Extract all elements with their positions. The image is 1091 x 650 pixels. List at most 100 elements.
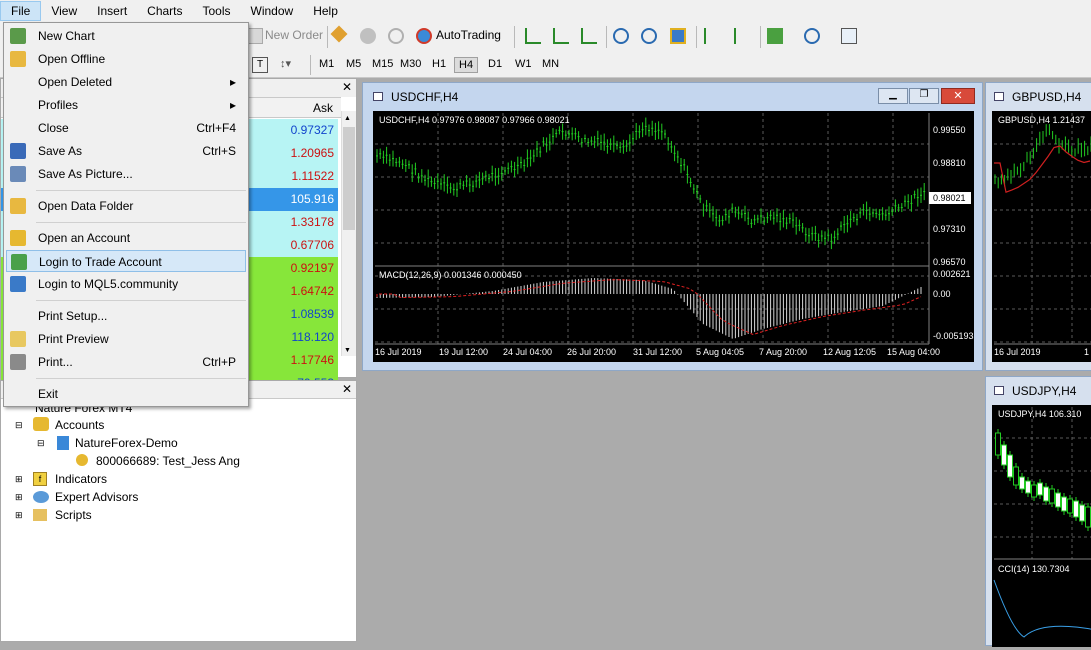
- file-menu-item-save-as[interactable]: Save As Ctrl+S: [6, 140, 246, 162]
- scroll-up-icon[interactable]: ▲: [344, 115, 351, 122]
- gbpusd-chart[interactable]: GBPUSD,H4 1.21437 16 Jul 2019 1: [992, 111, 1091, 362]
- timeframe-m30[interactable]: M30: [396, 57, 425, 71]
- zoom-out-icon[interactable]: [641, 28, 657, 44]
- file-menu-item-open-an-account[interactable]: Open an Account: [6, 227, 246, 249]
- restore-button[interactable]: ❐: [909, 88, 939, 104]
- file-menu-item-exit[interactable]: Exit: [6, 383, 246, 405]
- mql5-icon: [10, 276, 26, 292]
- picture-icon: [10, 166, 26, 182]
- time-label: 15 Aug 04:00: [887, 347, 940, 357]
- time-label: 12 Aug 12:05: [823, 347, 876, 357]
- menu-insert[interactable]: Insert: [87, 1, 137, 21]
- menu-help[interactable]: Help: [303, 1, 348, 21]
- autotrading-icon[interactable]: [416, 28, 432, 44]
- file-menu-item-save-as-picture[interactable]: Save As Picture...: [6, 163, 246, 185]
- templates-icon[interactable]: [841, 28, 857, 44]
- candlestick-icon[interactable]: [553, 28, 569, 44]
- menu-item-shortcut: Ctrl+F4: [196, 121, 236, 135]
- timeframe-m5[interactable]: M5: [342, 57, 365, 71]
- menu-view[interactable]: View: [41, 1, 87, 21]
- navigator-scripts[interactable]: Scripts: [55, 506, 92, 524]
- menu-item-label: Login to Trade Account: [39, 255, 162, 269]
- close-button[interactable]: ✕: [941, 88, 975, 104]
- chart-window-title: USDCHF,H4: [391, 90, 459, 104]
- navigator-server[interactable]: NatureForex-Demo: [75, 434, 178, 452]
- file-menu-item-print[interactable]: Print... Ctrl+P: [6, 351, 246, 373]
- file-menu-item-login-to-mql5-community[interactable]: Login to MQL5.community: [6, 273, 246, 295]
- usdchf-chart[interactable]: USDCHF,H4 0.97976 0.98087 0.97966 0.9802…: [373, 111, 974, 362]
- file-menu-item-close[interactable]: Close Ctrl+F4: [6, 117, 246, 139]
- auto-scroll-icon[interactable]: [734, 28, 750, 44]
- new-order-button[interactable]: New Order: [265, 28, 323, 42]
- usdjpy-chart[interactable]: USDJPY,H4 106.310 CCI(14) 130.7304: [992, 405, 1091, 647]
- chart-window-usdchf[interactable]: USDCHF,H4 ▁ ❐ ✕ USDCHF,H4 0.97976 0.9808…: [362, 82, 983, 371]
- timeframe-m1[interactable]: M1: [315, 57, 338, 71]
- moving-average-line: [994, 145, 1091, 194]
- chart-canvas-usdchf[interactable]: USDCHF,H4 0.97976 0.98087 0.97966 0.9802…: [373, 111, 974, 362]
- close-icon[interactable]: ✕: [342, 80, 352, 94]
- menu-item-label: New Chart: [38, 29, 95, 43]
- text-tool-icon[interactable]: T: [252, 57, 268, 73]
- menu-charts[interactable]: Charts: [137, 1, 192, 21]
- timeframe-d1[interactable]: D1: [484, 57, 506, 71]
- ask-column-header[interactable]: Ask: [313, 101, 333, 115]
- file-menu-item-new-chart[interactable]: New Chart: [6, 25, 246, 47]
- chart-window-icon: [994, 92, 1004, 101]
- expert-advisors-icon: [33, 491, 49, 503]
- file-menu-item-print-setup[interactable]: Print Setup...: [6, 305, 246, 327]
- expand-icon[interactable]: ⊞: [15, 470, 23, 488]
- cci-line: [993, 579, 1091, 638]
- navigator-indicators[interactable]: Indicators: [55, 470, 107, 488]
- menu-window[interactable]: Window: [241, 1, 304, 21]
- zoom-in-icon[interactable]: [613, 28, 629, 44]
- menu-item-label: Login to MQL5.community: [38, 277, 179, 291]
- file-menu-item-login-to-trade-account[interactable]: Login to Trade Account: [6, 250, 246, 272]
- scrollbar-thumb[interactable]: [343, 127, 355, 230]
- file-menu-item-open-offline[interactable]: Open Offline: [6, 48, 246, 70]
- chart-shift-icon[interactable]: [704, 28, 720, 44]
- market-watch-scrollbar[interactable]: ▲ ▼: [341, 111, 356, 356]
- file-menu-item-print-preview[interactable]: Print Preview: [6, 328, 246, 350]
- time-label: 7 Aug 20:00: [759, 347, 807, 357]
- bar-chart-icon[interactable]: [525, 28, 541, 44]
- file-menu-item-profiles[interactable]: Profiles ▸: [6, 94, 246, 116]
- timeframe-h4[interactable]: H4: [454, 57, 479, 73]
- history-center-icon[interactable]: [330, 25, 348, 43]
- macd-axis-label: 0.00: [933, 289, 951, 299]
- navigator-expert-advisors[interactable]: Expert Advisors: [55, 488, 138, 506]
- minimize-button[interactable]: ▁: [878, 88, 908, 104]
- close-icon[interactable]: ✕: [342, 382, 352, 396]
- scroll-down-icon[interactable]: ▼: [344, 347, 351, 354]
- indicators-icon: f: [33, 472, 47, 486]
- timeframe-h1[interactable]: H1: [428, 57, 450, 71]
- file-menu-item-open-data-folder[interactable]: Open Data Folder: [6, 195, 246, 217]
- expand-icon[interactable]: ⊞: [15, 488, 23, 506]
- expand-icon[interactable]: ⊞: [15, 506, 23, 524]
- indicators-icon[interactable]: [767, 28, 783, 44]
- signals-icon[interactable]: [360, 28, 376, 44]
- navigator-accounts[interactable]: Accounts: [55, 416, 104, 434]
- timeframe-m15[interactable]: M15: [368, 57, 397, 71]
- tile-windows-icon[interactable]: [670, 28, 686, 44]
- autotrading-button[interactable]: AutoTrading: [436, 28, 501, 42]
- new-order-icon[interactable]: [247, 28, 263, 44]
- menu-file[interactable]: File: [0, 1, 42, 21]
- arrows-tool-icon[interactable]: ↕▾: [280, 57, 296, 73]
- timeframe-mn[interactable]: MN: [538, 57, 563, 71]
- periods-icon[interactable]: [804, 28, 820, 44]
- line-chart-icon[interactable]: [581, 28, 597, 44]
- time-label: 31 Jul 12:00: [633, 347, 682, 357]
- market-icon[interactable]: [388, 28, 404, 44]
- chart-window-gbpusd[interactable]: GBPUSD,H4 GBPUSD,H4 1.21437 16 Jul 2019 …: [985, 82, 1091, 371]
- menu-tools[interactable]: Tools: [193, 1, 241, 21]
- menu-item-label: Open an Account: [38, 231, 131, 245]
- collapse-icon[interactable]: ⊟: [37, 434, 45, 452]
- chart-canvas-gbpusd[interactable]: GBPUSD,H4 1.21437 16 Jul 2019 1: [992, 111, 1091, 362]
- file-menu-item-open-deleted[interactable]: Open Deleted ▸: [6, 71, 246, 93]
- chart-window-icon: [373, 92, 383, 101]
- chart-canvas-usdjpy[interactable]: USDJPY,H4 106.310 CCI(14) 130.7304: [992, 405, 1091, 647]
- navigator-account[interactable]: 800066689: Test_Jess Ang: [96, 452, 240, 470]
- timeframe-w1[interactable]: W1: [511, 57, 536, 71]
- collapse-icon[interactable]: ⊟: [15, 416, 23, 434]
- chart-window-usdjpy[interactable]: USDJPY,H4 USDJPY,H4 106.310 CCI(14) 130.…: [985, 376, 1091, 647]
